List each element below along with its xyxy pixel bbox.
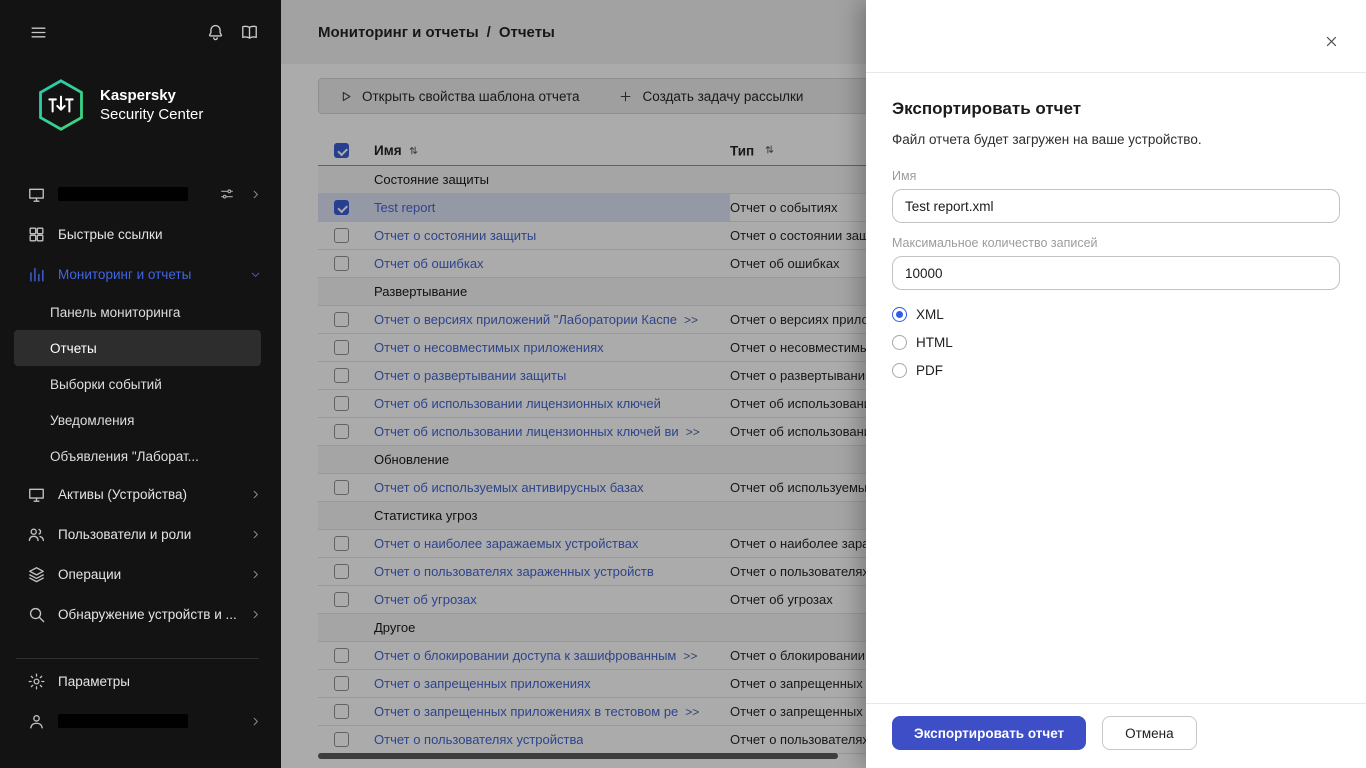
brand-text: Kaspersky Security Center [100, 86, 203, 125]
sidebar-subitem-announcements[interactable]: Объявления "Лаборат... [14, 438, 261, 474]
drawer-description: Файл отчета будет загружен на ваше устро… [892, 132, 1202, 147]
radio-option-pdf[interactable]: PDF [892, 356, 1340, 384]
sidebar-item-discovery[interactable]: Обнаружение устройств и ... [0, 594, 281, 634]
sidebar-item-label: Обнаружение устройств и ... [58, 606, 236, 622]
radio-icon [892, 306, 907, 322]
sidebar-item-label: Активы (Устройства) [58, 486, 188, 502]
radio-option-label: HTML [916, 334, 953, 350]
sidebar-subitem-label: Выборки событий [50, 376, 162, 392]
layers-icon [26, 564, 46, 584]
redacted-label [58, 187, 188, 201]
chevron-down-icon [248, 267, 263, 282]
drawer-body: Экспортировать отчет Файл отчета будет з… [866, 73, 1366, 703]
drawer-footer: Экспортировать отчет Отмена [866, 703, 1366, 768]
gear-icon [26, 671, 46, 691]
bell-icon[interactable] [203, 20, 227, 44]
format-radio-group: XML HTML PDF [892, 300, 1340, 384]
radio-option-label: PDF [916, 362, 943, 378]
person-icon [26, 711, 46, 731]
brand-line2: Security Center [100, 106, 204, 123]
chart-icon [26, 264, 46, 284]
name-field-label: Имя [892, 169, 917, 183]
sidebar-subitem-label: Уведомления [50, 412, 135, 428]
radio-icon [892, 362, 907, 378]
users-icon [26, 524, 46, 544]
sliders-icon[interactable] [218, 185, 236, 203]
monitor-icon [26, 184, 46, 204]
drawer-title: Экспортировать отчет [892, 99, 1082, 118]
sidebar-subitem-dashboard[interactable]: Панель мониторинга [14, 294, 261, 330]
brand-line1: Kaspersky [100, 86, 176, 104]
menu-icon[interactable] [26, 20, 50, 44]
chevron-right-icon [248, 187, 263, 202]
radio-option-html[interactable]: HTML [892, 328, 1340, 356]
sidebar-subnav: Панель мониторинга Отчеты Выборки событий У… [0, 294, 281, 474]
sidebar-subitem-notifications[interactable]: Уведомления [14, 402, 261, 438]
sidebar-subitem-reports[interactable]: Отчеты [14, 330, 261, 366]
limit-field[interactable] [892, 256, 1340, 290]
sidebar-item-monitoring[interactable]: Мониторинг и отчеты [0, 254, 281, 294]
sidebar-subitem-label: Объявления "Лаборат... [50, 448, 199, 464]
sidebar-item-quick-links[interactable]: Быстрые ссылки [0, 214, 281, 254]
radio-icon [892, 334, 907, 350]
devices-icon [26, 484, 46, 504]
export-report-drawer: Экспортировать отчет Файл отчета будет з… [866, 0, 1366, 768]
sidebar-item-label: Пользователи и роли [58, 526, 192, 542]
docs-icon[interactable] [237, 20, 261, 44]
sidebar-item-account[interactable] [0, 701, 281, 741]
sidebar-subitem-label: Панель мониторинга [50, 304, 181, 320]
sidebar: Kaspersky Security Center Быстрые ссылки… [0, 0, 281, 768]
sidebar-item-users-roles[interactable]: Пользователи и роли [0, 514, 281, 554]
kaspersky-logo: Kaspersky Security Center [0, 64, 281, 132]
redacted-label [58, 714, 188, 728]
export-button[interactable]: Экспортировать отчет [892, 716, 1087, 750]
kaspersky-hexagon-icon [36, 78, 86, 132]
cancel-button[interactable]: Отмена [1102, 716, 1197, 750]
limit-field-label: Максимальное количество записей [892, 236, 1098, 250]
sidebar-item-server[interactable] [0, 174, 281, 214]
sidebar-subitem-label: Отчеты [50, 340, 97, 356]
sidebar-item-label: Быстрые ссылки [58, 226, 163, 242]
chevron-right-icon [248, 527, 263, 542]
name-field[interactable] [892, 189, 1340, 223]
grid-icon [26, 224, 46, 244]
sidebar-item-label: Параметры [58, 673, 130, 689]
radio-option-label: XML [916, 306, 944, 322]
chevron-right-icon [248, 714, 263, 729]
sidebar-item-operations[interactable]: Операции [0, 554, 281, 594]
sidebar-item-label: Мониторинг и отчеты [58, 266, 192, 282]
sidebar-item-settings[interactable]: Параметры [0, 661, 281, 701]
chevron-right-icon [248, 487, 263, 502]
drawer-header [866, 0, 1366, 73]
chevron-right-icon [248, 567, 263, 582]
sidebar-divider [16, 658, 259, 659]
sidebar-item-label: Операции [58, 566, 122, 582]
sidebar-nav: Быстрые ссылки Мониторинг и отчеты Панель … [0, 174, 281, 741]
chevron-right-icon [248, 607, 263, 622]
close-icon[interactable] [1318, 28, 1344, 54]
sidebar-item-assets[interactable]: Активы (Устройства) [0, 474, 281, 514]
search-icon [26, 604, 46, 624]
radio-option-xml[interactable]: XML [892, 300, 1340, 328]
sidebar-topbar [0, 0, 281, 64]
sidebar-subitem-event-selections[interactable]: Выборки событий [14, 366, 261, 402]
